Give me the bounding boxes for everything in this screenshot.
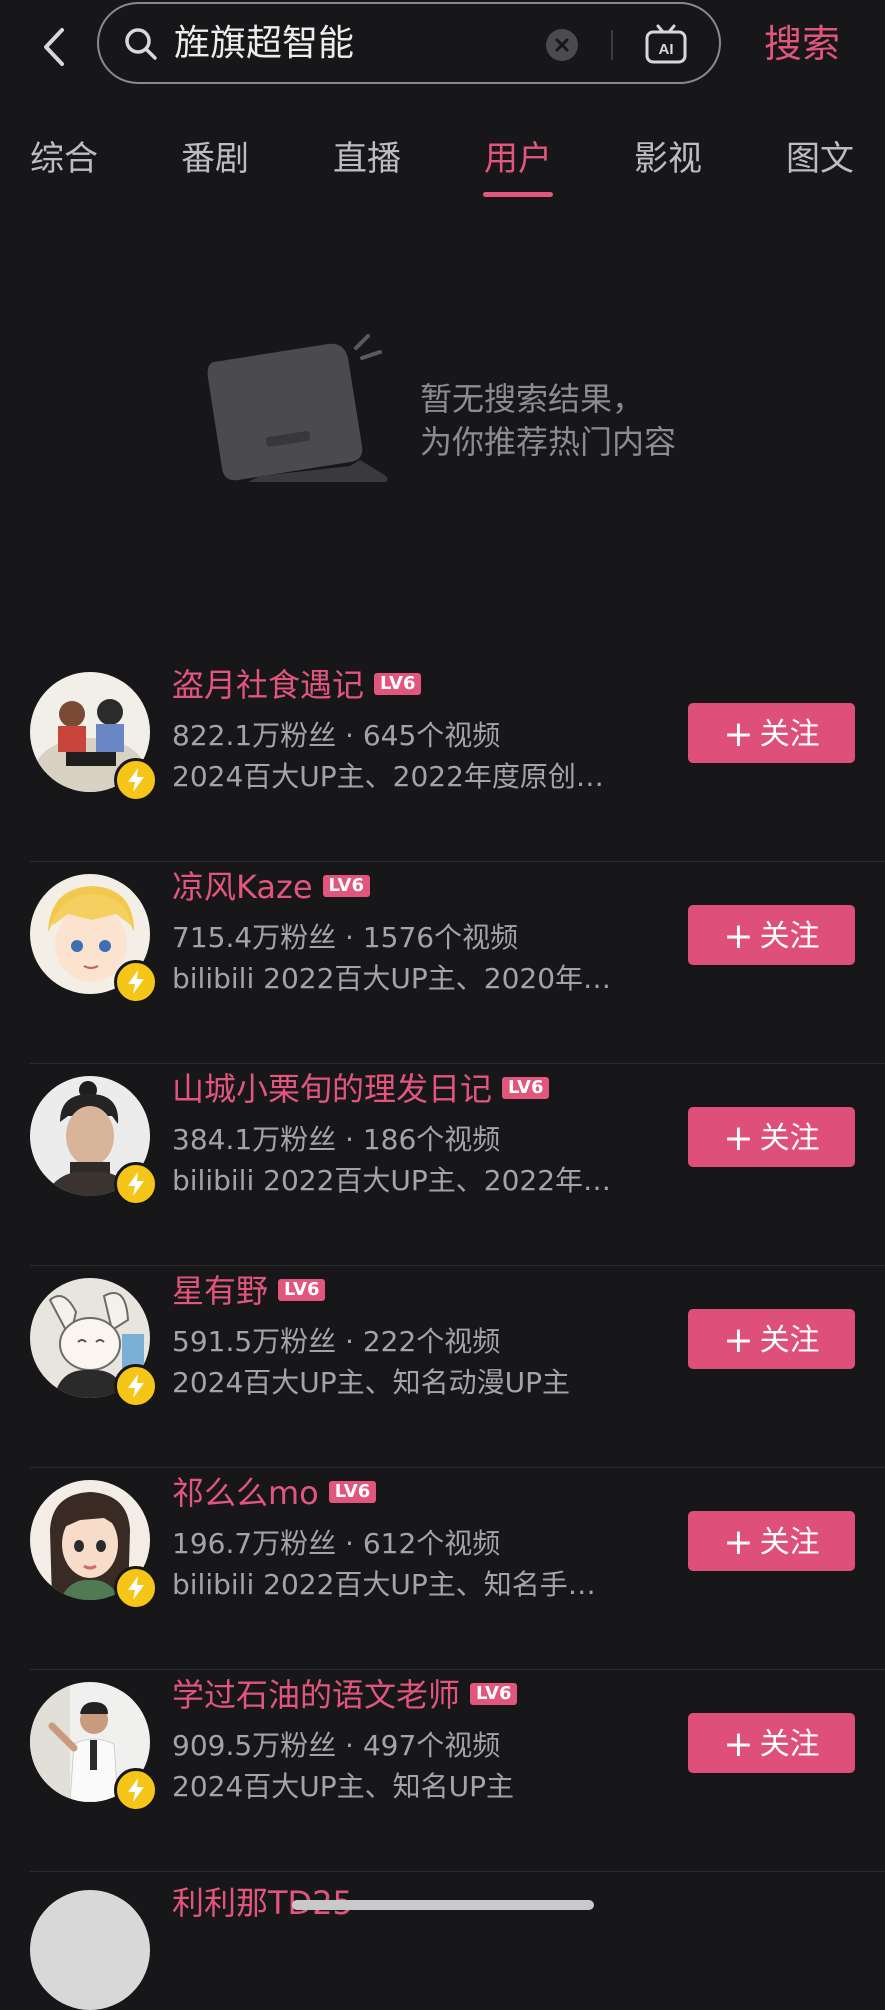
top-bar: 旌旗超智能 AI 搜索 — [0, 0, 885, 100]
user-description: bilibili 2022百大UP主、2022年度UP主 — [172, 1164, 622, 1197]
empty-message-line1: 暂无搜索结果， — [420, 380, 645, 418]
follow-label: 关注 — [759, 1323, 820, 1358]
user-row[interactable]: 祁么么mo LV6 196.7万粉丝 · 612个视频 bilibili 2022… — [0, 1468, 885, 1670]
follow-button[interactable]: + 关注 — [688, 703, 855, 763]
tab-live[interactable]: 直播 — [333, 135, 401, 183]
user-description: 2024百大UP主、知名UP主 — [172, 1770, 515, 1803]
user-row[interactable]: 凉风Kaze LV6 715.4万粉丝 · 1576个视频 bilibili 20… — [0, 862, 885, 1064]
level-badge: LV6 — [322, 875, 370, 897]
search-input[interactable]: 旌旗超智能 — [174, 22, 354, 66]
follow-button[interactable]: + 关注 — [688, 1511, 855, 1571]
follow-button[interactable]: + 关注 — [688, 1713, 855, 1773]
tab-articles[interactable]: 图文 — [786, 135, 854, 183]
user-name-text: 凉风Kaze — [172, 868, 313, 906]
user-stats: 591.5万粉丝 · 222个视频 — [172, 1325, 501, 1358]
result-tabs: 综合 番剧 直播 用户 影视 图文 — [0, 135, 885, 205]
chevron-left-icon — [44, 28, 64, 66]
tab-comprehensive[interactable]: 综合 — [30, 135, 98, 183]
lightning-icon — [128, 1576, 144, 1600]
user-description: 2024百大UP主、知名动漫UP主 — [172, 1366, 571, 1399]
tab-bangumi[interactable]: 番剧 — [181, 135, 249, 183]
user-name[interactable]: 凉风Kaze LV6 — [172, 866, 370, 908]
empty-message-line2: 为你推荐热门内容 — [420, 423, 677, 461]
follow-button[interactable]: + 关注 — [688, 905, 855, 965]
level-badge: LV6 — [278, 1279, 326, 1301]
level-badge: LV6 — [502, 1077, 550, 1099]
follow-label: 关注 — [759, 1727, 820, 1762]
plus-icon: + — [723, 1522, 754, 1563]
user-name[interactable]: 星有野 LV6 — [172, 1270, 326, 1312]
follow-button[interactable]: + 关注 — [688, 1107, 855, 1167]
empty-state: 暂无搜索结果， 为你推荐热门内容 — [0, 330, 885, 500]
follow-label: 关注 — [759, 717, 820, 752]
lightning-icon — [128, 1172, 144, 1196]
user-stats: 909.5万粉丝 · 497个视频 — [172, 1729, 501, 1762]
tab-film[interactable]: 影视 — [634, 135, 702, 183]
empty-tv-icon — [207, 334, 388, 482]
clear-search-button[interactable] — [546, 29, 578, 61]
lightning-icon — [128, 768, 144, 792]
user-description: 2024百大UP主、2022年度原创UP主 — [172, 760, 622, 793]
user-name-text: 山城小栗旬的理发日记 — [172, 1070, 493, 1108]
user-row[interactable]: 星有野 LV6 591.5万粉丝 · 222个视频 2024百大UP主、知名动漫U… — [0, 1266, 885, 1468]
plus-icon: + — [723, 1118, 754, 1159]
lightning-icon — [128, 970, 144, 994]
user-description: bilibili 2022百大UP主、2020年度UP主 — [172, 962, 622, 995]
search-button[interactable]: 搜索 — [764, 20, 840, 68]
user-name-text: 学过石油的语文老师 — [172, 1676, 461, 1714]
verified-badge — [114, 1364, 158, 1408]
empty-message: 暂无搜索结果， 为你推荐热门内容 — [420, 378, 676, 464]
ai-tv-icon: AI — [645, 24, 687, 64]
plus-icon: + — [723, 1724, 754, 1765]
user-name-text: 盗月社食遇记 — [172, 666, 365, 704]
user-name[interactable]: 盗月社食遇记 LV6 — [172, 664, 422, 706]
ai-label: AI — [659, 41, 674, 58]
verified-badge — [114, 1768, 158, 1812]
row-divider — [30, 1871, 885, 1872]
user-name[interactable]: 山城小栗旬的理发日记 LV6 — [172, 1068, 550, 1110]
verified-badge — [114, 960, 158, 1004]
active-tab-indicator — [483, 192, 553, 197]
user-name[interactable]: 学过石油的语文老师 LV6 — [172, 1674, 518, 1716]
back-button[interactable] — [30, 22, 80, 72]
lightning-icon — [128, 1778, 144, 1802]
user-description: bilibili 2022百大UP主、知名手工UP主 — [172, 1568, 622, 1601]
user-name[interactable]: 祁么么mo LV6 — [172, 1472, 377, 1514]
avatar[interactable] — [30, 1890, 150, 2010]
level-badge: LV6 — [470, 1683, 518, 1705]
follow-label: 关注 — [759, 919, 820, 954]
plus-icon: + — [723, 1320, 754, 1361]
verified-badge — [114, 1162, 158, 1206]
home-indicator[interactable] — [292, 1900, 594, 1910]
follow-label: 关注 — [759, 1525, 820, 1560]
user-stats: 196.7万粉丝 · 612个视频 — [172, 1527, 501, 1560]
plus-icon: + — [723, 714, 754, 755]
user-stats: 822.1万粉丝 · 645个视频 — [172, 719, 501, 752]
verified-badge — [114, 1566, 158, 1610]
user-name-text: 星有野 — [172, 1272, 269, 1310]
user-stats: 384.1万粉丝 · 186个视频 — [172, 1123, 501, 1156]
follow-label: 关注 — [759, 1121, 820, 1156]
user-row[interactable]: 盗月社食遇记 LV6 822.1万粉丝 · 645个视频 2024百大UP主、20… — [0, 660, 885, 862]
ai-assistant-button[interactable]: AI — [644, 24, 688, 66]
verified-badge — [114, 758, 158, 802]
level-badge: LV6 — [328, 1481, 377, 1503]
tab-users[interactable]: 用户 — [484, 135, 552, 183]
user-stats: 715.4万粉丝 · 1576个视频 — [172, 921, 519, 954]
level-badge: LV6 — [374, 673, 422, 695]
search-divider — [611, 30, 613, 60]
search-icon — [125, 28, 157, 60]
follow-button[interactable]: + 关注 — [688, 1309, 855, 1369]
user-row[interactable]: 学过石油的语文老师 LV6 909.5万粉丝 · 497个视频 2024百大UP主… — [0, 1670, 885, 1872]
user-list: 盗月社食遇记 LV6 822.1万粉丝 · 645个视频 2024百大UP主、20… — [0, 660, 885, 1872]
plus-icon: + — [723, 916, 754, 957]
search-box[interactable]: 旌旗超智能 AI — [97, 2, 721, 84]
user-row[interactable]: 山城小栗旬的理发日记 LV6 384.1万粉丝 · 186个视频 bilibili… — [0, 1064, 885, 1266]
close-icon — [555, 38, 569, 52]
lightning-icon — [128, 1374, 144, 1398]
user-name-text: 祁么么mo — [172, 1474, 319, 1512]
